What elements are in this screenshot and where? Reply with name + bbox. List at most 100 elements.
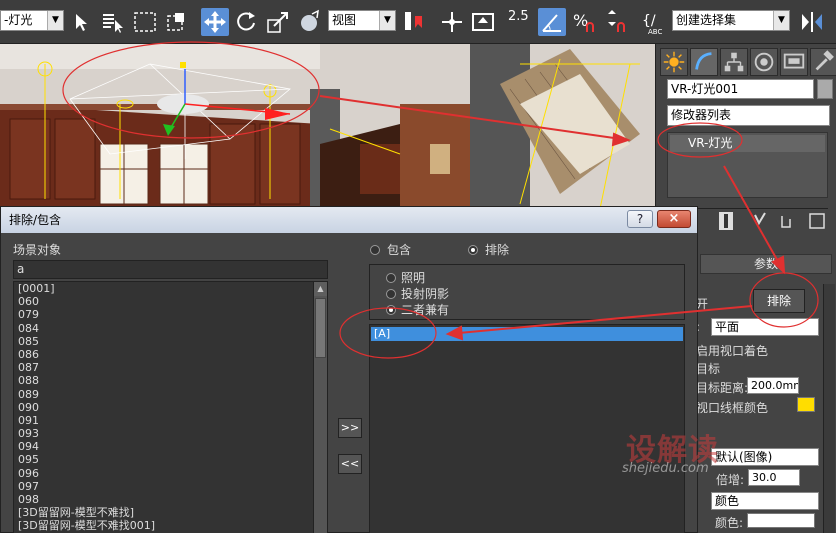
place-icon xyxy=(301,9,319,31)
dialog-title: 排除/包含 xyxy=(9,213,62,227)
scene-objects-list[interactable]: [0001] 060 079 084 085 086 087 088 089 090 091 093 0… xyxy=(13,281,328,533)
command-panel-tabs xyxy=(660,48,836,76)
perspective-viewport[interactable] xyxy=(0,44,655,209)
exclude-radio[interactable] xyxy=(468,245,478,255)
multiplier-label: 倍增: xyxy=(716,473,745,487)
scale-tool-button[interactable] xyxy=(264,8,292,36)
object-color-swatch[interactable] xyxy=(817,79,833,99)
light-icon xyxy=(157,94,209,114)
illumination-radio[interactable] xyxy=(386,273,396,283)
reference-coordinate-value: 视图 xyxy=(332,13,357,27)
scale-icon xyxy=(267,12,288,33)
include-label: 包含 xyxy=(387,243,412,257)
spinner-snap-button[interactable] xyxy=(602,8,630,36)
select-manipulate-button[interactable] xyxy=(438,8,466,36)
list-select-icon xyxy=(103,14,123,33)
object-name-field[interactable]: VR-灯光001 xyxy=(667,79,814,99)
hierarchy-icon xyxy=(724,52,744,72)
modifier-list-dropdown[interactable]: 修改器列表 xyxy=(667,105,830,126)
snap-toggle-value[interactable]: 2.5 xyxy=(508,9,529,24)
light-color-swatch[interactable] xyxy=(747,513,815,528)
list-item[interactable]: 094 xyxy=(14,440,327,453)
tab-motion[interactable] xyxy=(750,48,778,76)
place-tool-button[interactable] xyxy=(296,8,324,36)
rotate-tool-button[interactable] xyxy=(232,8,260,36)
watermark-url: shejiedu.com xyxy=(622,461,709,476)
tab-create[interactable] xyxy=(660,48,688,76)
list-item[interactable]: 086 xyxy=(14,348,327,361)
list-item[interactable]: 097 xyxy=(14,480,327,493)
rect-select-icon xyxy=(134,12,156,32)
edit-named-selection-button[interactable]: {/ABC xyxy=(640,8,668,36)
list-item[interactable]: 060 xyxy=(14,295,327,308)
list-item[interactable]: 091 xyxy=(14,414,327,427)
pivot-center-button[interactable] xyxy=(400,8,428,36)
list-item[interactable]: 088 xyxy=(14,374,327,387)
list-item[interactable]: 084 xyxy=(14,322,327,335)
stack-item-vray-light[interactable]: VR-灯光 xyxy=(670,135,825,152)
light-type-value: 平面 xyxy=(715,320,740,334)
object-search-input[interactable]: a xyxy=(13,260,328,279)
motion-icon xyxy=(754,52,774,72)
tab-modify[interactable] xyxy=(690,48,718,76)
list-item[interactable]: 089 xyxy=(14,388,327,401)
select-object-button[interactable] xyxy=(68,8,96,36)
list-item[interactable]: 079 xyxy=(14,308,327,321)
command-panel-scrollbar[interactable] xyxy=(823,284,835,533)
list-item[interactable]: 087 xyxy=(14,361,327,374)
percent-snap-icon: % xyxy=(573,11,594,32)
list-item[interactable]: 085 xyxy=(14,335,327,348)
list-item[interactable]: [0001] xyxy=(14,282,327,295)
tab-hierarchy[interactable] xyxy=(720,48,748,76)
list-scrollbar[interactable]: ▲ xyxy=(313,282,327,533)
list-item[interactable]: 093 xyxy=(14,427,327,440)
scroll-thumb[interactable] xyxy=(315,298,326,358)
move-tool-button[interactable] xyxy=(201,8,229,36)
window-crossing-icon xyxy=(167,13,184,31)
mirror-button[interactable] xyxy=(798,8,826,36)
select-by-name-button[interactable] xyxy=(99,8,127,36)
tab-utilities[interactable] xyxy=(810,48,836,76)
params-rollout-header[interactable]: 参数 xyxy=(700,254,832,274)
both-radio[interactable] xyxy=(386,305,396,315)
add-to-exclude-button[interactable]: >> xyxy=(338,418,362,438)
color-mode-dropdown[interactable]: 颜色 xyxy=(711,492,819,510)
shadow-label: 投射阴影 xyxy=(401,287,450,301)
target-label[interactable]: 目标 xyxy=(696,360,720,377)
help-button[interactable]: ? xyxy=(627,210,653,228)
multiplier-field[interactable]: 30.0 xyxy=(748,469,800,486)
rect-selection-button[interactable] xyxy=(131,8,159,36)
wire-color-swatch[interactable] xyxy=(797,397,815,412)
angle-snap-button[interactable] xyxy=(538,8,566,36)
percent-snap-button[interactable]: % xyxy=(570,8,598,36)
named-selection-set-dropdown[interactable]: 创建选择集 ▼ xyxy=(672,10,790,31)
exclude-button[interactable]: 排除 xyxy=(753,289,805,313)
exclude-include-dialog: 排除/包含 ? × 场景对象 a [0001] 060 079 084 085 086 08… xyxy=(0,206,698,533)
window-crossing-button[interactable] xyxy=(162,8,190,36)
params-rollout-title: 参数 xyxy=(753,257,778,271)
list-item[interactable]: 096 xyxy=(14,467,327,480)
selection-filter-dropdown[interactable]: -灯光 ▼ xyxy=(0,10,64,31)
list-item[interactable]: 090 xyxy=(14,401,327,414)
viewport-shading-label[interactable]: 启用视口着色 xyxy=(696,342,768,359)
mode-dropdown[interactable]: 默认(图像) xyxy=(711,448,819,466)
light-type-dropdown[interactable]: 平面 xyxy=(711,318,819,336)
chevron-down-icon: ▼ xyxy=(379,11,395,30)
cursor-icon xyxy=(76,14,87,31)
chevron-down-icon: ▼ xyxy=(773,11,789,30)
shadow-radio[interactable] xyxy=(386,289,396,299)
keyboard-shortcut-override-button[interactable] xyxy=(469,8,497,36)
list-item[interactable]: [3D留留网-模型不难找] xyxy=(14,506,327,519)
list-item[interactable]: 095 xyxy=(14,453,327,466)
include-radio[interactable] xyxy=(370,245,380,255)
excluded-item[interactable]: [A] xyxy=(371,327,683,341)
target-distance-field[interactable]: 200.0mm xyxy=(747,377,799,394)
dialog-title-bar[interactable]: 排除/包含 xyxy=(1,207,697,233)
close-button[interactable]: × xyxy=(657,210,691,228)
list-item[interactable]: 098 xyxy=(14,493,327,506)
reference-coordinate-dropdown[interactable]: 视图 ▼ xyxy=(328,10,396,31)
scroll-up-icon[interactable]: ▲ xyxy=(314,282,327,296)
tab-display[interactable] xyxy=(780,48,808,76)
remove-from-exclude-button[interactable]: << xyxy=(338,454,362,474)
list-item[interactable]: [3D留留网-模型不难找001] xyxy=(14,519,327,532)
